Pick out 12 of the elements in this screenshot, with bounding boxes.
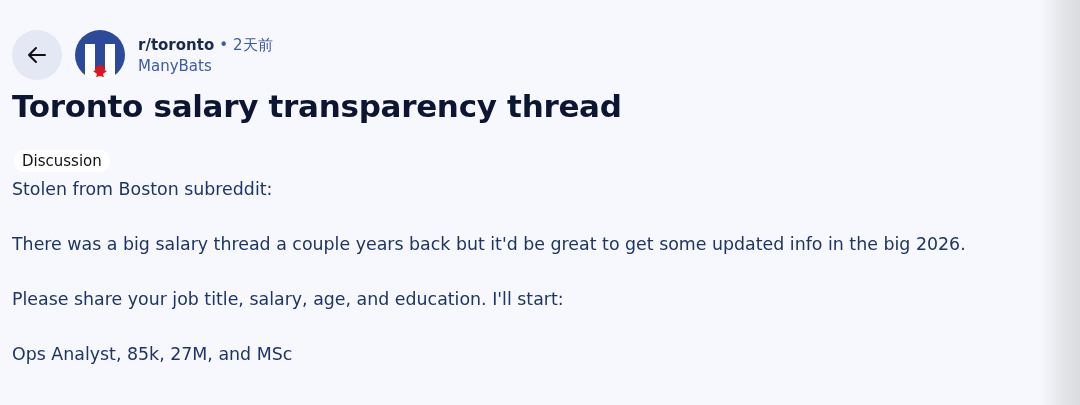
body-paragraph: Please share your job title, salary, age, and education. I'll start: [12, 288, 565, 310]
flair-tag[interactable]: Discussion [14, 150, 110, 172]
subreddit-link[interactable]: r/toronto [138, 36, 215, 54]
body-paragraph: Ops Analyst, 85k, 27M, and MSc [12, 343, 294, 365]
body-paragraph: Stolen from Boston subreddit: [12, 178, 274, 200]
subreddit-avatar[interactable] [75, 30, 125, 80]
body-paragraph: There was a big salary thread a couple years back but it'd be great to get some updated info in the big 2026. [12, 233, 967, 255]
post-title: Toronto salary transparency thread [12, 88, 623, 124]
separator-dot: • [219, 36, 229, 54]
author-link[interactable]: ManyBats [138, 56, 273, 75]
back-button[interactable] [12, 30, 62, 80]
post-time: 2天前 [233, 35, 273, 55]
